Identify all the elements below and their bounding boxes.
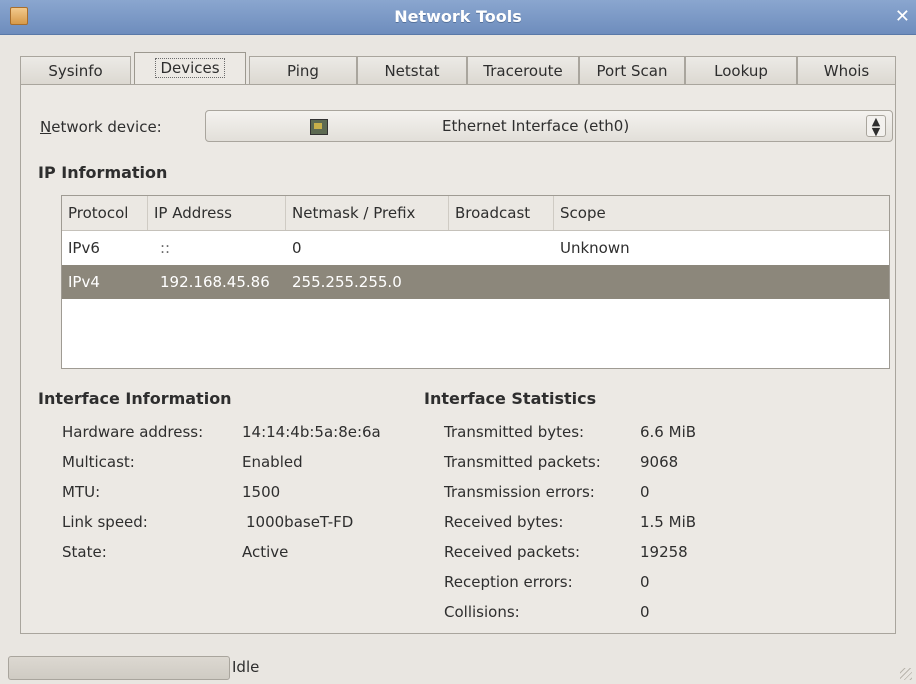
hardware-address-label: Hardware address:	[62, 423, 204, 441]
cell-netmask: 0	[292, 239, 302, 257]
tab-label: Sysinfo	[48, 62, 103, 80]
transmitted-bytes-value: 6.6 MiB	[640, 423, 697, 441]
collisions-label: Collisions:	[444, 603, 520, 621]
column-header-scope[interactable]: Scope	[554, 196, 889, 230]
tab-traceroute[interactable]: Traceroute	[467, 56, 579, 84]
transmitted-packets-value: 9068	[640, 453, 679, 471]
resize-grip-icon[interactable]	[900, 668, 912, 680]
tab-devices[interactable]: Devices	[134, 52, 246, 86]
received-packets-value: 19258	[640, 543, 688, 561]
transmitted-bytes-label: Transmitted bytes:	[444, 423, 585, 441]
tab-label: Ping	[287, 62, 319, 80]
reception-errors-label: Reception errors:	[444, 573, 573, 591]
tab-netstat[interactable]: Netstat	[357, 56, 467, 84]
table-row-selected[interactable]: IPv4 192.168.45.86 255.255.255.0	[62, 265, 889, 299]
tab-lookup[interactable]: Lookup	[685, 56, 797, 84]
cell-protocol: IPv6	[68, 239, 100, 257]
hardware-address-value: 14:14:4b:5a:8e:6a	[242, 423, 381, 441]
table-row[interactable]: IPv6 :: 0 Unknown	[62, 231, 889, 265]
cell-netmask: 255.255.255.0	[292, 273, 402, 291]
transmission-errors-value: 0	[640, 483, 650, 501]
link-speed-value: 1000baseT-FD	[246, 513, 354, 531]
table-header: Protocol IP Address Netmask / Prefix Bro…	[62, 196, 889, 231]
tab-label: Netstat	[384, 62, 440, 80]
interface-statistics-heading: Interface Statistics	[424, 389, 597, 408]
column-header-protocol[interactable]: Protocol	[62, 196, 148, 230]
mtu-label: MTU:	[62, 483, 101, 501]
received-bytes-value: 1.5 MiB	[640, 513, 697, 531]
progress-bar	[8, 656, 230, 680]
title-bar[interactable]: Network Tools ✕	[0, 0, 916, 35]
chevron-up-down-icon: ▲ ▼	[866, 115, 886, 137]
column-header-ip-address[interactable]: IP Address	[148, 196, 286, 230]
cell-scope: Unknown	[560, 239, 630, 257]
state-label: State:	[62, 543, 107, 561]
tab-label: Traceroute	[483, 62, 563, 80]
tab-whois[interactable]: Whois	[797, 56, 896, 84]
state-value: Active	[242, 543, 289, 561]
tab-bar: Sysinfo Devices Ping Netstat Traceroute …	[20, 52, 896, 86]
tab-sysinfo[interactable]: Sysinfo	[20, 56, 131, 84]
cell-ip-address: 192.168.45.86	[160, 273, 270, 291]
close-icon[interactable]: ✕	[895, 6, 910, 27]
tab-label: Devices	[155, 58, 225, 78]
cell-protocol: IPv4	[68, 273, 100, 291]
network-device-select[interactable]: Ethernet Interface (eth0) ▲ ▼	[205, 110, 893, 142]
mtu-value: 1500	[242, 483, 281, 501]
tab-label: Port Scan	[596, 62, 668, 80]
ip-table[interactable]: Protocol IP Address Netmask / Prefix Bro…	[61, 195, 890, 369]
multicast-value: Enabled	[242, 453, 303, 471]
network-device-label: Network device:	[40, 118, 162, 136]
network-device-value: Ethernet Interface (eth0)	[442, 117, 630, 135]
window-title: Network Tools	[394, 7, 522, 26]
network-card-icon	[310, 119, 328, 135]
status-text: Idle	[232, 658, 260, 676]
received-bytes-label: Received bytes:	[444, 513, 564, 531]
ip-information-heading: IP Information	[38, 163, 168, 182]
interface-information-heading: Interface Information	[38, 389, 232, 408]
reception-errors-value: 0	[640, 573, 650, 591]
transmitted-packets-label: Transmitted packets:	[444, 453, 601, 471]
link-speed-label: Link speed:	[62, 513, 148, 531]
transmission-errors-label: Transmission errors:	[444, 483, 595, 501]
collisions-value: 0	[640, 603, 650, 621]
tab-label: Lookup	[714, 62, 768, 80]
received-packets-label: Received packets:	[444, 543, 581, 561]
tab-port-scan[interactable]: Port Scan	[579, 56, 685, 84]
tab-ping[interactable]: Ping	[249, 56, 357, 84]
status-bar: Idle	[0, 652, 916, 684]
tab-label: Whois	[823, 62, 870, 80]
multicast-label: Multicast:	[62, 453, 135, 471]
cell-ip-address: ::	[160, 239, 171, 257]
column-header-netmask[interactable]: Netmask / Prefix	[286, 196, 449, 230]
column-header-broadcast[interactable]: Broadcast	[449, 196, 554, 230]
